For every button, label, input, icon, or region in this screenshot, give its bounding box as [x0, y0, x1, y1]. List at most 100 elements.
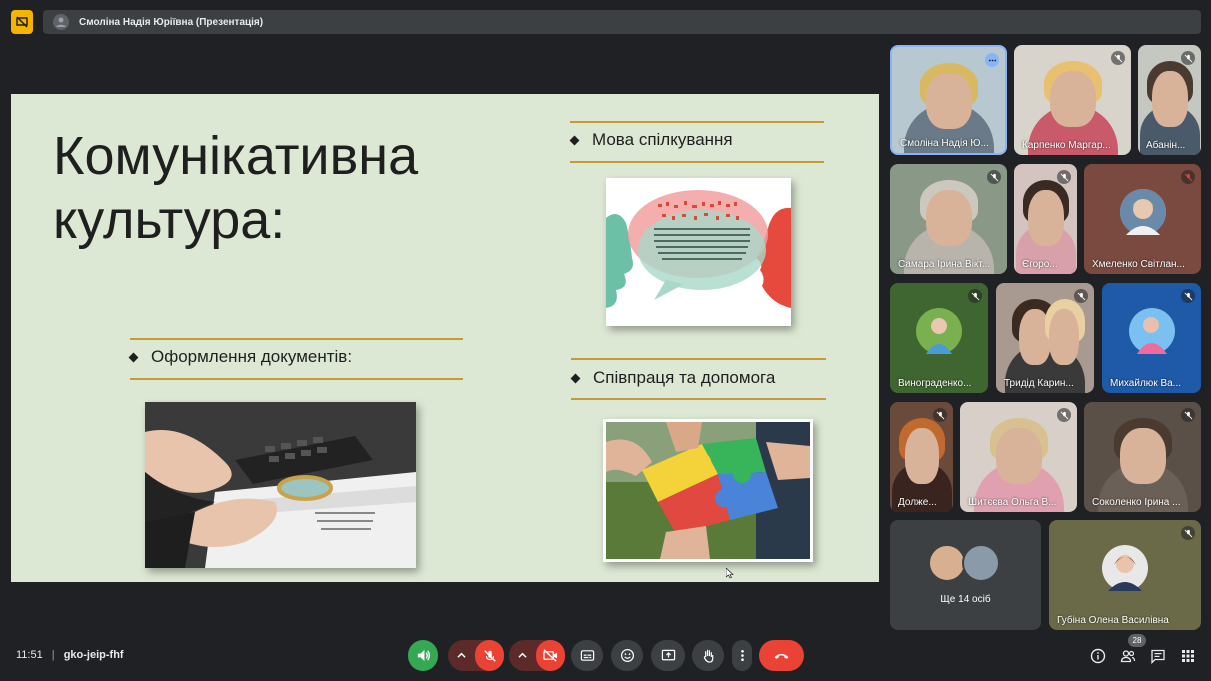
speaker-button[interactable]: [408, 640, 438, 671]
reactions-button[interactable]: [611, 640, 643, 671]
mic-off-icon: [1181, 170, 1195, 184]
meeting-code: gko-jeip-fhf: [63, 649, 124, 661]
avatar: [928, 544, 966, 582]
slide-title: Комунікативна культура:: [53, 124, 418, 252]
participant-tile[interactable]: Соколенко Ірина ...: [1084, 402, 1201, 512]
participant-tile[interactable]: Винограденко...: [890, 283, 988, 393]
mic-options-button[interactable]: [448, 640, 475, 671]
bullet-label: Оформлення документів:: [151, 347, 353, 366]
presenter-avatar: [53, 14, 69, 30]
people-icon: [1120, 650, 1136, 663]
bullet-item: Мова спілкування: [569, 130, 733, 150]
participant-tile[interactable]: Шитєєва Ольга В...: [960, 402, 1077, 512]
mic-off-icon: [968, 289, 982, 303]
participant-name: Тридід Карин...: [1004, 378, 1074, 389]
raise-hand-button[interactable]: [692, 640, 724, 671]
mic-off-icon: [987, 170, 1001, 184]
raise-hand-icon: [703, 649, 713, 663]
speaker-icon: [417, 649, 430, 662]
puzzle-teamwork-image: [603, 419, 813, 562]
mic-group: [448, 640, 504, 671]
mic-off-icon: [1181, 51, 1195, 65]
camera-options-button[interactable]: [509, 640, 536, 671]
separator: |: [51, 649, 55, 661]
bullet-label: Співпраця та допомога: [593, 368, 776, 387]
participant-tile[interactable]: Хмеленко Світлан...: [1084, 164, 1201, 274]
participant-tile[interactable]: Тридід Карин...: [996, 283, 1094, 393]
slide-title-line1: Комунікативна: [53, 126, 419, 186]
activities-button[interactable]: [1177, 645, 1199, 667]
info-icon: [1090, 648, 1106, 664]
emoji-icon: [620, 648, 634, 663]
documents-calculator-image: [145, 402, 416, 568]
mic-off-icon: [933, 408, 947, 422]
participant-name: Єгоро...: [1022, 259, 1058, 270]
chat-button[interactable]: [1147, 645, 1169, 667]
mic-toggle-button[interactable]: [475, 640, 504, 671]
participant-tile[interactable]: Самара Ірина Вікт...: [890, 164, 1007, 274]
participant-tile[interactable]: Смоліна Надія Ю...: [890, 45, 1007, 155]
avatar: [962, 544, 1000, 582]
present-icon: [661, 649, 675, 661]
diamond-bullet-icon: [569, 135, 580, 145]
more-participants-label: Ще 14 осіб: [940, 594, 991, 605]
meeting-details-button[interactable]: [1087, 645, 1109, 667]
camera-off-icon: [543, 649, 558, 662]
diamond-bullet-icon: [570, 373, 581, 383]
captions-icon: [580, 650, 594, 661]
more-options-icon[interactable]: [985, 53, 999, 67]
chevron-up-icon: [518, 652, 527, 658]
end-call-button[interactable]: [759, 640, 804, 671]
speech-bubbles-image: [606, 178, 791, 326]
participant-tile[interactable]: Долже...: [890, 402, 953, 512]
divider: [570, 121, 824, 123]
meeting-info: 11:51 | gko-jeip-fhf: [16, 649, 124, 661]
participant-name: Михайлюк Ва...: [1110, 378, 1182, 389]
mic-off-icon: [1181, 289, 1195, 303]
more-options-button[interactable]: [732, 640, 752, 671]
end-call-icon: [774, 653, 789, 659]
divider: [571, 398, 826, 400]
presentation-icon[interactable]: [11, 10, 33, 34]
avatar: [1128, 308, 1175, 354]
avatar: [916, 308, 962, 354]
divider: [571, 358, 826, 360]
presentation-slide: Комунікативна культура: Мова спілкування: [11, 94, 879, 582]
participant-name: Винограденко...: [898, 378, 972, 389]
mic-off-icon: [1074, 289, 1088, 303]
presenter-banner: Смоліна Надія Юріївна (Презентація): [43, 10, 1201, 34]
slide-title-line2: культура:: [53, 190, 286, 250]
participant-name: Самара Ірина Вікт...: [898, 259, 991, 270]
captions-button[interactable]: [571, 640, 603, 671]
participant-name: Хмеленко Світлан...: [1092, 259, 1185, 270]
participant-tile[interactable]: Губіна Олена Василівна: [1049, 520, 1201, 630]
participant-name: Абанін...: [1146, 140, 1186, 151]
bullet-item: Оформлення документів:: [128, 347, 353, 367]
mouse-cursor-icon: [726, 568, 734, 579]
people-button[interactable]: [1117, 645, 1139, 667]
participant-tile[interactable]: Карпенко Маргар...: [1014, 45, 1131, 155]
participant-name: Смоліна Надія Ю...: [900, 138, 989, 149]
divider: [570, 161, 824, 163]
participant-tile[interactable]: Абанін...: [1138, 45, 1201, 155]
camera-group: [509, 640, 565, 671]
camera-toggle-button[interactable]: [536, 640, 565, 671]
mic-off-icon: [483, 649, 496, 662]
mic-off-icon: [1057, 408, 1071, 422]
mic-off-icon: [1181, 526, 1195, 540]
bullet-item: Співпраця та допомога: [570, 368, 776, 388]
divider: [130, 378, 463, 380]
more-participants-tile[interactable]: Ще 14 осіб: [890, 520, 1041, 630]
mic-off-icon: [1111, 51, 1125, 65]
participant-name: Карпенко Маргар...: [1022, 140, 1111, 151]
present-button[interactable]: [651, 640, 685, 671]
participant-name: Долже...: [898, 497, 937, 508]
participant-name: Соколенко Ірина ...: [1092, 497, 1181, 508]
participant-name: Губіна Олена Василівна: [1057, 615, 1169, 626]
participant-tile[interactable]: Єгоро...: [1014, 164, 1077, 274]
participant-tile[interactable]: Михайлюк Ва...: [1102, 283, 1201, 393]
divider: [130, 338, 463, 340]
avatar: [1119, 189, 1166, 235]
mic-off-icon: [1057, 170, 1071, 184]
chat-icon: [1151, 649, 1165, 664]
